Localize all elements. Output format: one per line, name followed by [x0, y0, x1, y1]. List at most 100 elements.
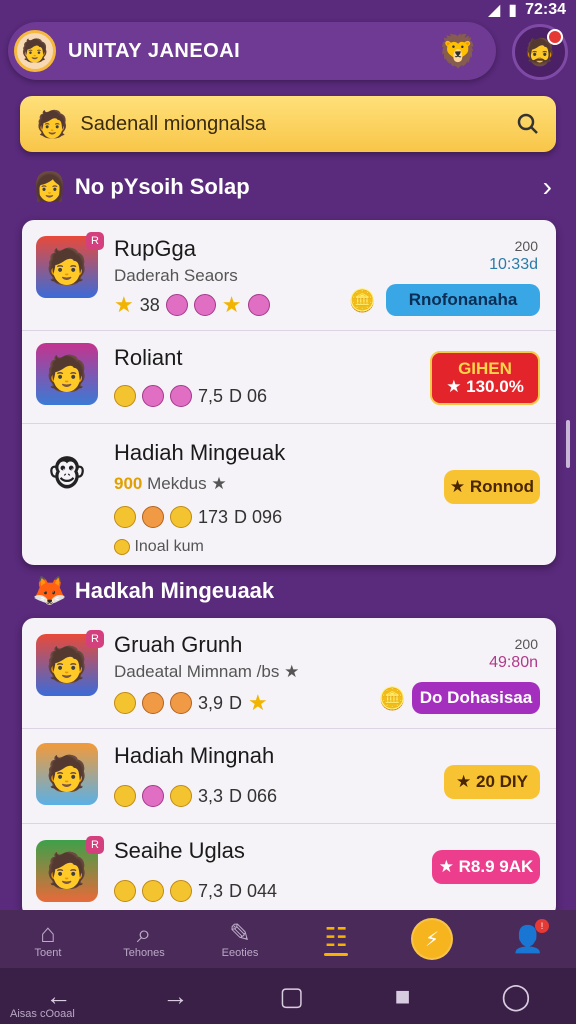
- search-button[interactable]: [510, 106, 546, 142]
- nav-home[interactable]: ⌂ Toent: [3, 919, 93, 959]
- rating-value: 3,3: [198, 785, 224, 806]
- game-thumbnail: 🧑 R: [36, 836, 104, 902]
- rating-value: 3,9: [198, 692, 224, 713]
- avatar[interactable]: 🧑: [14, 30, 56, 72]
- row-title: Hadiah Mingnah: [114, 743, 275, 768]
- row-title: Roliant: [114, 345, 183, 370]
- coin-icon: [114, 880, 136, 902]
- promo-button[interactable]: GIHEN ★ 130.0%: [430, 351, 540, 405]
- coin-icon: [142, 785, 164, 807]
- row-stats: ★ 38 ★: [114, 292, 270, 318]
- status-bar: ◢ ▮ 72:34: [0, 0, 576, 20]
- ts-time: 49:80n: [489, 653, 538, 671]
- search-avatar-icon: 🧑: [36, 108, 69, 139]
- row-stats: 7,3 D 044: [114, 880, 277, 902]
- signal-icon: ◢: [487, 2, 501, 19]
- chevron-right-icon[interactable]: ›: [543, 171, 552, 203]
- action-button[interactable]: Rnofonanaha: [386, 284, 540, 316]
- coin-icon: [170, 692, 192, 714]
- section-title: No pYsoih Solap: [74, 173, 250, 199]
- badge-icon: R: [86, 630, 104, 648]
- nav-rewards[interactable]: ⚡: [387, 918, 477, 960]
- nav-edit[interactable]: ✎ Eeoties: [195, 919, 285, 959]
- coin-icon: 🪙: [348, 288, 376, 313]
- rating-value: 38: [139, 294, 160, 315]
- promo-value: ★ 130.0%: [446, 377, 524, 396]
- system-label: Aisas cOoaal: [10, 1008, 75, 1020]
- action-button[interactable]: ★ Ronnod: [444, 470, 540, 504]
- profile-button[interactable]: 🧔: [512, 24, 568, 80]
- nav-profile[interactable]: 👤 !: [483, 919, 573, 953]
- mascot-thumbnail: 🐵: [47, 456, 87, 494]
- rating-value: 7,5: [198, 385, 224, 406]
- coin-icon: [170, 506, 192, 528]
- notification-dot: !: [535, 919, 549, 933]
- count-value: D 096: [234, 506, 283, 527]
- row-title: Gruah Grunh: [114, 632, 243, 657]
- mascot-icon[interactable]: 🦁: [438, 32, 478, 70]
- count-value: D: [229, 692, 243, 713]
- nav-list[interactable]: ☷: [291, 923, 381, 956]
- coin-icon: [170, 385, 192, 407]
- nav-label: Tehones: [123, 947, 165, 959]
- notification-dot: [547, 29, 563, 45]
- row-stats: 3,3 D 066: [114, 785, 277, 807]
- row-subtitle: Daderah Seaors: [114, 266, 238, 285]
- app-header: 🧑 UNITAY JANEOAI 🦁: [8, 22, 496, 80]
- nav-search[interactable]: ⌕ Tehones: [99, 919, 189, 959]
- search-input[interactable]: [78, 111, 503, 137]
- badge-icon: R: [86, 232, 104, 250]
- ts-top: 200: [514, 238, 538, 254]
- list-item[interactable]: 🧑 R Seaihe Uglas 7,3 D 044 ★ R8.9 9AK: [22, 824, 556, 918]
- list-item[interactable]: 🧑 R RupGga Daderah Seaors ★ 38 ★ 200 10:3…: [22, 220, 556, 331]
- game-thumbnail: 🧑 R: [36, 630, 104, 696]
- action-button[interactable]: Do Dohasisaa: [412, 682, 540, 714]
- coin-icon: [114, 385, 136, 407]
- row-subtitle: Dadeatal Mimnam /bs ★: [114, 662, 300, 681]
- system-nav: ← → ▢ ■ ◯ Aisas cOoaal: [0, 968, 576, 1024]
- list-item[interactable]: 🐵 Hadiah Mingeuak 900 Mekdus ★ 173 D 096…: [22, 424, 556, 565]
- search-bar[interactable]: 🧑: [20, 96, 556, 152]
- list-item[interactable]: 🧑 Hadiah Mingnah 3,3 D 066 ★ 20 DIY: [22, 729, 556, 824]
- scrollbar[interactable]: [566, 420, 570, 468]
- list-card: 🧑 R Gruah Grunh Dadeatal Mimnam /bs ★ 3,9…: [22, 618, 556, 918]
- row-stats: 7,5 D 06: [114, 385, 267, 407]
- coins-icon: 🪙: [378, 686, 406, 711]
- action-button[interactable]: ★ R8.9 9AK: [432, 850, 540, 884]
- list-item[interactable]: 🧑 R Gruah Grunh Dadeatal Mimnam /bs ★ 3,9…: [22, 618, 556, 729]
- coin-icon: [170, 785, 192, 807]
- coin-icon: [193, 294, 216, 316]
- section-header[interactable]: 👩 No pYsoih Solap ›: [32, 170, 552, 203]
- coin-icon: [142, 385, 164, 407]
- nav-label: Eeoties: [221, 947, 259, 959]
- coin-icon: [170, 880, 192, 902]
- row-timestamp: 200 49:80n: [489, 636, 538, 672]
- section-header[interactable]: 🦊 Hadkah Mingeuaak: [32, 574, 552, 607]
- row-title: RupGga: [114, 236, 196, 261]
- fox-icon: 🦊: [32, 575, 67, 606]
- row-title: Hadiah Mingeuak: [114, 440, 286, 465]
- game-thumbnail: 🧑 R: [36, 232, 104, 298]
- bottom-nav: ⌂ Toent ⌕ Tehones ✎ Eeoties ☷ ⚡ 👤 !: [0, 910, 576, 968]
- star-icon: ★: [221, 292, 242, 317]
- coin-icon: [114, 692, 136, 714]
- recents-icon[interactable]: ■: [395, 981, 411, 1012]
- coin-icon: [142, 692, 164, 714]
- list-item[interactable]: 🧑 Roliant 7,5 D 06 GIHEN ★ 130.0%: [22, 331, 556, 424]
- home-square-icon[interactable]: ▢: [279, 981, 304, 1012]
- row-extra: Inoal kum: [114, 538, 204, 556]
- row-title: Seaihe Uglas: [114, 838, 245, 863]
- magnifier-icon: ⌕: [136, 918, 152, 948]
- pencil-icon: ✎: [229, 918, 251, 948]
- rating-value: 173: [198, 506, 229, 527]
- star-icon: ★: [248, 690, 268, 715]
- ts-top: 200: [514, 636, 538, 652]
- action-button[interactable]: ★ 20 DIY: [444, 765, 540, 799]
- section-title: Hadkah Mingeuaak: [74, 577, 275, 603]
- check-circle-icon[interactable]: ◯: [501, 981, 530, 1012]
- coin-icon: [142, 880, 164, 902]
- home-icon: ⌂: [40, 918, 56, 948]
- forward-icon[interactable]: →: [162, 981, 188, 1012]
- back-icon[interactable]: ←: [45, 981, 71, 1012]
- rating-value: 7,3: [198, 880, 224, 901]
